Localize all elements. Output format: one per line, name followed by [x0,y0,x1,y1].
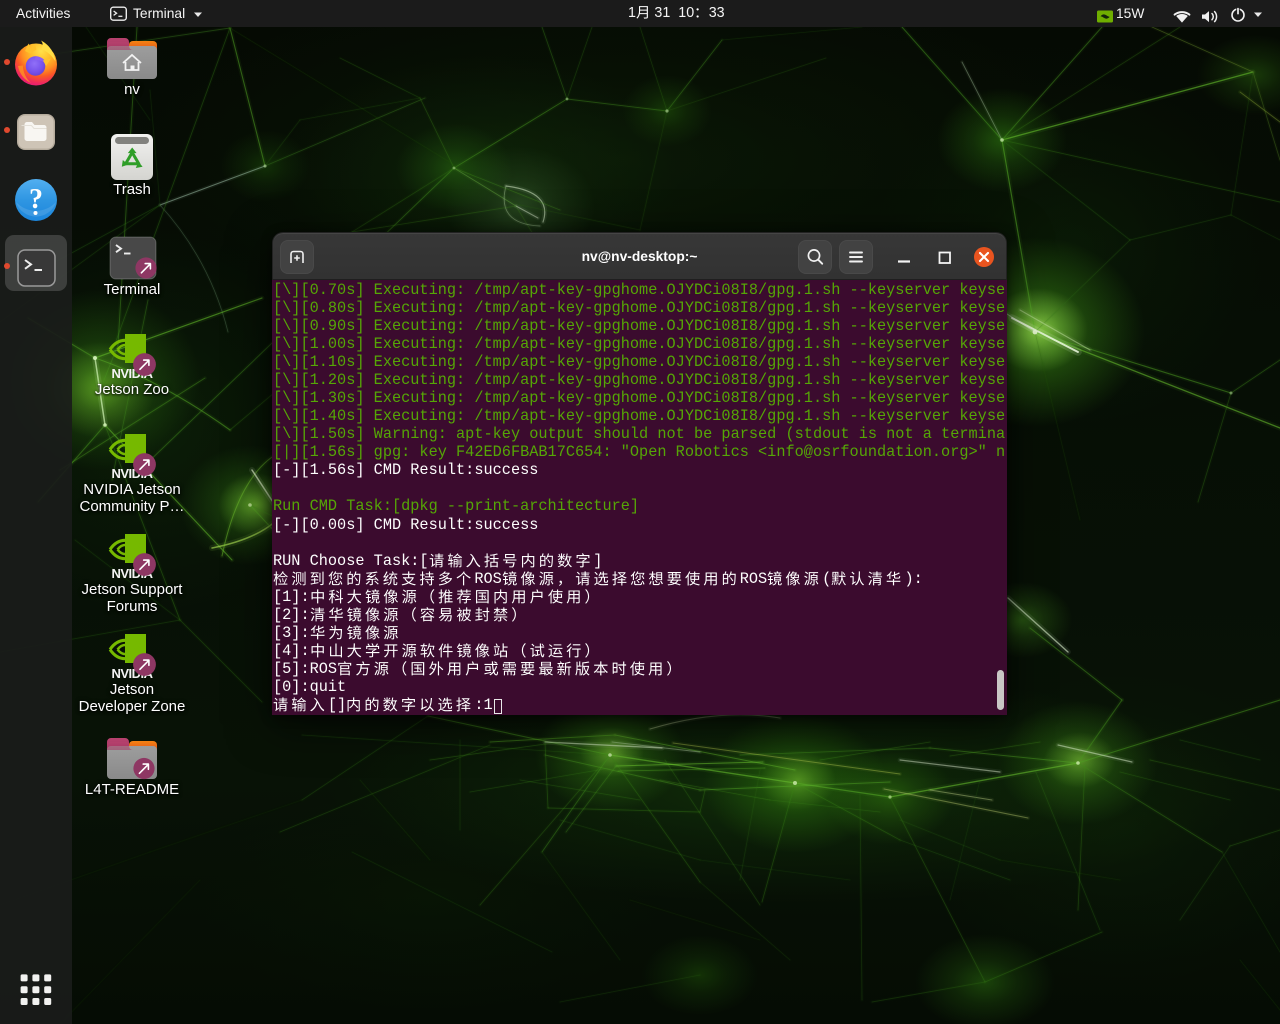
svg-text:?: ? [29,184,43,215]
